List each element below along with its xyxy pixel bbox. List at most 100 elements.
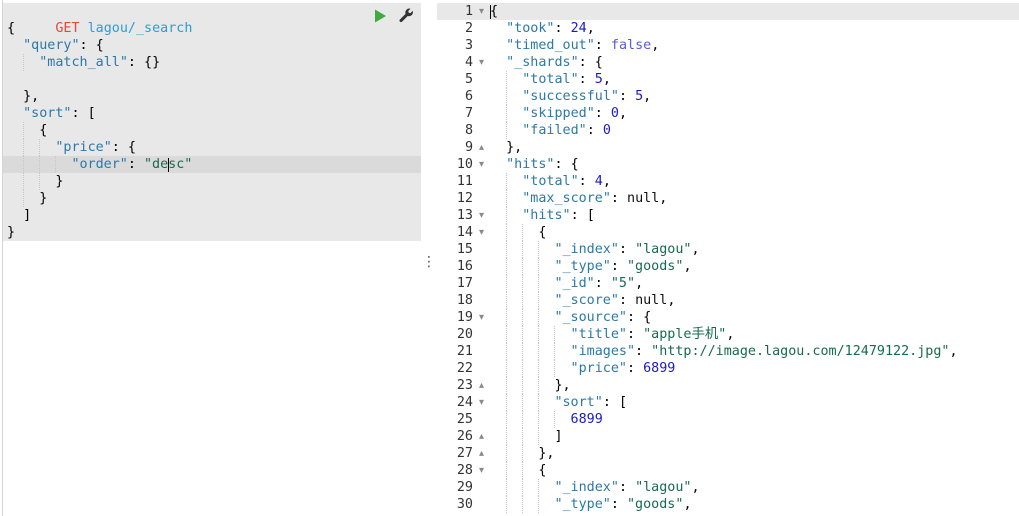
chevron-up-icon[interactable]: ▴ (479, 445, 484, 462)
indent-guide (538, 428, 554, 445)
line-number: 19 (456, 310, 473, 325)
line-number: 17 (456, 276, 473, 291)
json-key: "took" (506, 21, 555, 36)
line-number: 18 (456, 293, 473, 308)
indent-guide (7, 173, 23, 190)
chevron-down-icon[interactable]: ▾ (479, 156, 484, 173)
json-key: "failed" (522, 123, 587, 138)
indent-guide (538, 292, 554, 309)
chevron-down-icon[interactable]: ▾ (479, 54, 484, 71)
indent-guide (23, 139, 39, 156)
chevron-down-icon[interactable]: ▾ (479, 462, 484, 479)
request-editor[interactable]: GET lagou/_search {"query": {"match_all":… (2, 0, 421, 516)
json-key: "sort" (23, 106, 72, 121)
chevron-down-icon[interactable]: ▾ (479, 394, 484, 411)
chevron-up-icon[interactable]: ▴ (479, 377, 484, 394)
json-punctuation: : (127, 55, 136, 70)
response-line-code: "title": "apple手机", (487, 326, 1019, 343)
indent-guide (23, 122, 39, 139)
response-line-code: { (487, 224, 1019, 241)
json-punctuation: : (570, 208, 579, 223)
request-body-line[interactable]: "sort": [ (3, 105, 421, 122)
indent-guide (39, 156, 55, 173)
vertical-ellipsis-icon: ⋮ (422, 254, 436, 270)
json-punctuation: : (594, 106, 603, 121)
indent-guide (522, 343, 538, 360)
json-punctuation: ] (554, 429, 563, 444)
response-line-code: "took": 24, (487, 20, 1019, 37)
request-body-line[interactable]: { (3, 20, 421, 37)
request-body-line[interactable] (3, 71, 421, 88)
request-settings-button[interactable] (399, 8, 414, 23)
line-number-cell: 15 (437, 241, 487, 258)
response-line-code: 6899 (487, 411, 1019, 428)
indent-guide (490, 139, 506, 156)
request-body-line[interactable]: "order": "desc" (3, 156, 421, 173)
indent-guide (490, 71, 506, 88)
request-block[interactable]: GET lagou/_search {"query": {"match_all":… (3, 3, 421, 241)
line-number: 13 (456, 208, 473, 223)
pane-resize-handle[interactable]: ⋮ (421, 0, 437, 516)
json-key: "title" (570, 327, 627, 342)
indent-guide (522, 292, 538, 309)
indent-guide (39, 139, 55, 156)
response-line: 11 "total": 4, (437, 173, 1019, 190)
indent-guide (522, 428, 538, 445)
json-punctuation: : (618, 242, 627, 257)
indent-guide (490, 241, 506, 258)
request-body-line[interactable]: ] (3, 207, 421, 224)
response-line: 12 "max_score": null, (437, 190, 1019, 207)
indent-guide (554, 411, 570, 428)
json-punctuation: : (586, 123, 595, 138)
request-body-line[interactable]: { (3, 122, 421, 139)
line-number-cell: 27 ▴ (437, 445, 487, 462)
indent-guide (506, 122, 522, 139)
line-number: 29 (456, 480, 473, 495)
indent-guide (490, 377, 506, 394)
json-punctuation: , (586, 21, 595, 36)
response-line-code: "images": "http://image.lagou.com/124791… (487, 343, 1019, 360)
response-line-code: "total": 4, (487, 173, 1019, 190)
json-key: "_score" (554, 293, 619, 308)
chevron-down-icon[interactable]: ▾ (479, 3, 484, 20)
indent-guide (7, 156, 23, 173)
chevron-up-icon[interactable]: ▴ (479, 428, 484, 445)
indent-guide (506, 462, 522, 479)
json-number: 0 (610, 106, 619, 121)
run-request-button[interactable] (373, 8, 388, 23)
json-punctuation: , (683, 497, 692, 512)
response-line-code: "_shards": { (487, 54, 1019, 71)
json-punctuation: } (23, 89, 32, 104)
indent-guide (490, 173, 506, 190)
indent-guide (506, 411, 522, 428)
request-body-line[interactable]: } (3, 173, 421, 190)
indent-guide (538, 496, 554, 513)
chevron-down-icon[interactable]: ▾ (479, 207, 484, 224)
response-line: 25 6899 (437, 411, 1019, 428)
indent-guide (7, 190, 23, 207)
response-line: 27 ▴}, (437, 445, 1019, 462)
line-number-cell: 21 (437, 343, 487, 360)
json-key: "sort" (554, 395, 603, 410)
json-punctuation: , (651, 38, 660, 53)
request-body-line[interactable]: "match_all": {} (3, 54, 421, 71)
chevron-down-icon[interactable]: ▾ (479, 224, 484, 241)
request-body-line[interactable]: } (3, 224, 421, 241)
chevron-up-icon[interactable]: ▴ (479, 139, 484, 156)
request-body-line[interactable]: "query": { (3, 37, 421, 54)
indent-guide (7, 139, 23, 156)
line-number-cell: 11 (437, 173, 487, 190)
request-body-line[interactable]: }, (3, 88, 421, 105)
json-null: null (635, 293, 668, 308)
response-line-code: "timed_out": false, (487, 37, 1019, 54)
line-number: 25 (456, 412, 473, 427)
chevron-down-icon[interactable]: ▾ (479, 309, 484, 326)
request-line[interactable]: GET lagou/_search (3, 3, 421, 36)
indent-guide (23, 54, 39, 71)
json-punctuation: : (618, 480, 627, 495)
request-body-line[interactable]: "price": { (3, 139, 421, 156)
json-key: "_id" (554, 276, 595, 291)
indent-guide (506, 496, 522, 513)
request-body-line[interactable]: } (3, 190, 421, 207)
indent-guide (506, 88, 522, 105)
